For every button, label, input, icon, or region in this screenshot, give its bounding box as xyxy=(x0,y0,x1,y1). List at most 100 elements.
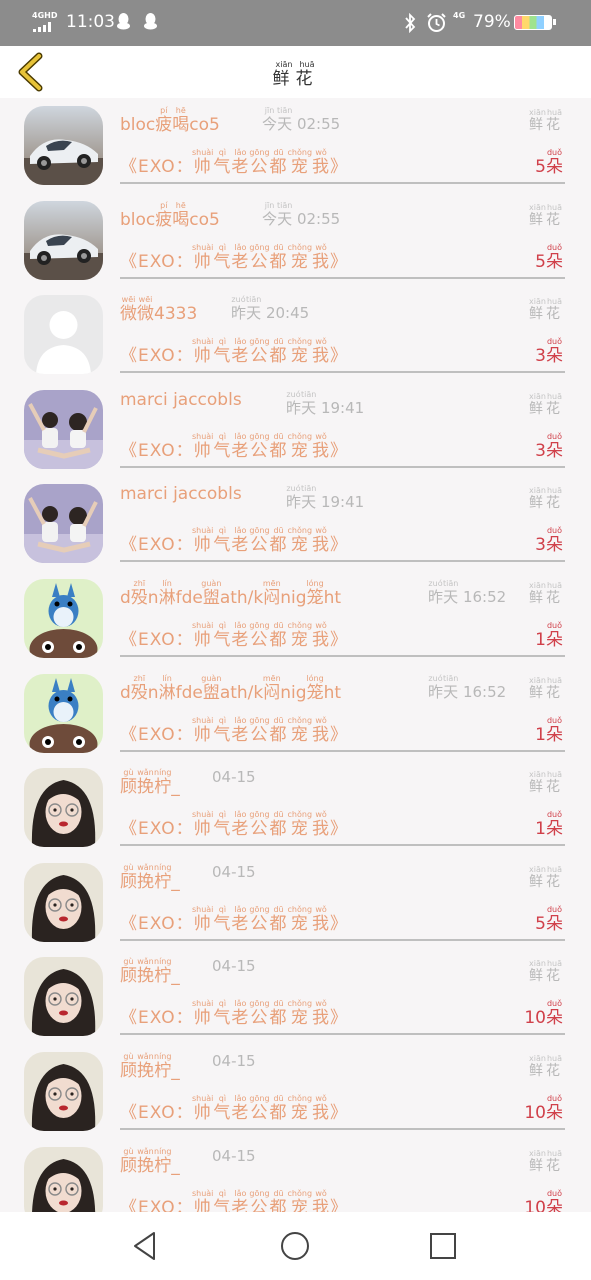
ruby-char: 昨 xyxy=(428,682,444,701)
text-segment: n xyxy=(147,682,159,703)
pinyin: dū xyxy=(269,904,288,914)
flower-count: 3朵duǒ xyxy=(535,526,563,555)
ruby-char: 顾 xyxy=(120,871,137,892)
ruby-char: 花 xyxy=(546,873,563,890)
avatar[interactable] xyxy=(24,389,103,469)
text-segment: marci jaccobls xyxy=(120,484,242,505)
ruby-char: 都 xyxy=(269,1197,288,1212)
pinyin: dū xyxy=(269,1093,288,1103)
pinyin: wǎn xyxy=(137,1051,154,1061)
ruby-char: 帅 xyxy=(191,157,214,177)
text-segment: bloc xyxy=(120,115,156,135)
text-segment: nig xyxy=(280,587,307,608)
avatar[interactable] xyxy=(24,957,103,1037)
signal-icon xyxy=(33,22,57,32)
text-segment: 《EXO： xyxy=(120,913,194,934)
flower-count: 5朵duǒ xyxy=(535,905,563,934)
avatar[interactable] xyxy=(24,862,103,942)
text-segment: nig xyxy=(280,682,307,703)
list-item[interactable]: d殁zhīn淋línfde盥guànath/k闷mēnnig笼lónght 昨zu… xyxy=(0,666,591,761)
avatar[interactable] xyxy=(24,484,103,564)
ruby-char: 花 xyxy=(546,117,563,133)
avatar[interactable] xyxy=(24,200,103,280)
avatar[interactable] xyxy=(24,1051,103,1131)
ruby-char: 今 xyxy=(262,115,278,133)
list-item[interactable]: bloc疲pí喝hēco5 今jīn天tiān 02:55 鲜xiān花huā 《EX… xyxy=(0,98,591,193)
ruby-char: 都 xyxy=(269,1008,288,1029)
pinyin: gōng xyxy=(249,1188,270,1198)
pinyin: huā xyxy=(546,580,563,590)
pinyin: xiān xyxy=(529,1053,546,1063)
gift-book-title: 《EXO：帅shuài气qì老lǎo公gōng都dū宠chǒng我wǒ》 xyxy=(120,621,348,650)
ruby-char: 我 xyxy=(312,346,331,367)
pinyin: xiān xyxy=(529,864,546,874)
text-segment: _ xyxy=(171,966,180,987)
text-segment: 04-15 xyxy=(212,768,256,787)
row-divider xyxy=(120,654,565,657)
ruby-char: 气 xyxy=(213,629,232,650)
row-divider xyxy=(120,276,565,279)
list-item[interactable]: 顾gù挽wǎn柠níng_ 04-15 鲜xiān花huā 《EXO：帅shuài气q… xyxy=(0,1044,591,1139)
app-header: 鲜xiān花huā xyxy=(0,46,591,98)
battery-percent: 79% xyxy=(473,12,511,32)
pinyin: qì xyxy=(213,1093,232,1103)
list-item[interactable]: 顾gù挽wǎn柠níng_ 04-15 鲜xiān花huā 《EXO：帅shuài气q… xyxy=(0,855,591,950)
text-segment: 16:52 xyxy=(458,682,507,701)
pinyin: gōng xyxy=(249,431,270,441)
text-segment: marci jaccobls xyxy=(120,389,242,410)
pinyin: shuài xyxy=(191,999,214,1009)
back-triangle-icon[interactable] xyxy=(130,1230,162,1262)
text-segment: 04-15 xyxy=(212,862,256,881)
pinyin: tiān xyxy=(443,578,459,588)
ruby-char: 疲 xyxy=(155,209,173,230)
ruby-char: 鲜 xyxy=(529,684,546,701)
list-item[interactable]: marci jaccobls 昨zuó天tiān 19:41 鲜xiān花huā 《E… xyxy=(0,382,591,477)
gift-type-label: 鲜xiān花huā xyxy=(529,581,563,607)
recent-square-icon[interactable] xyxy=(427,1230,459,1262)
pinyin: qì xyxy=(213,999,232,1009)
text-segment: 》 xyxy=(330,913,349,934)
pinyin: dū xyxy=(269,620,288,630)
ruby-char: 我 xyxy=(312,440,331,461)
sender-name: bloc疲pí喝hēco5 xyxy=(120,106,220,135)
pinyin: níng xyxy=(154,862,172,872)
avatar[interactable] xyxy=(24,673,103,753)
ruby-char: 帅 xyxy=(191,1197,214,1212)
pinyin: chǒng xyxy=(287,1188,313,1198)
list-item[interactable]: marci jaccobls 昨zuó天tiān 19:41 鲜xiān花huā 《E… xyxy=(0,476,591,571)
ruby-char: 老 xyxy=(231,913,250,934)
avatar[interactable] xyxy=(24,106,103,185)
ruby-char: 老 xyxy=(231,251,250,272)
avatar[interactable] xyxy=(24,578,103,658)
ruby-char: 鲜 xyxy=(529,211,546,228)
home-circle-icon[interactable] xyxy=(279,1230,311,1262)
pinyin: lín xyxy=(158,673,176,683)
avatar[interactable] xyxy=(24,295,103,375)
list-item[interactable]: 顾gù挽wǎn柠níng_ 04-15 鲜xiān花huā 《EXO：帅shuài气q… xyxy=(0,760,591,855)
avatar[interactable] xyxy=(24,1146,103,1212)
ruby-char: 鲜 xyxy=(529,589,546,606)
pinyin: níng xyxy=(154,1051,172,1061)
network-4g: 4G xyxy=(453,11,466,20)
ruby-char: 公 xyxy=(249,440,270,461)
list-item[interactable]: 顾gù挽wǎn柠níng_ 04-15 鲜xiān花huā 《EXO：帅shuài气q… xyxy=(0,949,591,1044)
ruby-char: 闷 xyxy=(262,587,281,608)
ruby-char: 我 xyxy=(312,1008,331,1029)
avatar[interactable] xyxy=(24,768,103,848)
list-item[interactable]: bloc疲pí喝hēco5 今jīn天tiān 02:55 鲜xiān花huā 《EX… xyxy=(0,193,591,288)
ruby-char: 笼 xyxy=(306,587,324,608)
send-time: 昨zuó天tiān 20:45 xyxy=(231,295,309,323)
ruby-char: 喝 xyxy=(172,115,190,135)
list-item[interactable]: d殁zhīn淋línfde盥guànath/k闷mēnnig笼lónght 昨zu… xyxy=(0,571,591,666)
list-item[interactable]: 顾gù挽wǎn柠níng_ 04-15 鲜xiān花huā 《EXO：帅shuài气q… xyxy=(0,1139,591,1212)
text-segment: 》 xyxy=(330,157,349,177)
pinyin: zuó xyxy=(428,673,444,683)
ruby-char: 昨 xyxy=(231,304,247,323)
ruby-char: 帅 xyxy=(191,251,214,272)
row-divider xyxy=(120,371,565,374)
gift-book-title: 《EXO：帅shuài气qì老lǎo公gōng都dū宠chǒng我wǒ》 xyxy=(120,337,348,366)
list-item[interactable]: 微wēi微wēi4333 昨zuó天tiān 20:45 鲜xiān花huā 《EXO… xyxy=(0,287,591,382)
row-divider xyxy=(120,844,565,847)
ruby-char: 顾 xyxy=(120,777,137,798)
pinyin: lǎo xyxy=(231,337,250,347)
